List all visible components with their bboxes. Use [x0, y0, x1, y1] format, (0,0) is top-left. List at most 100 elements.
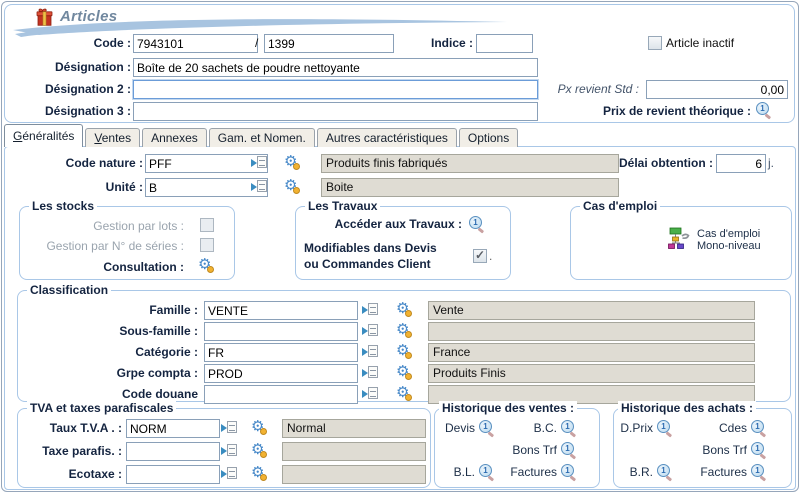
tab-strip: Généralités Ventes Annexes Gam. et Nomen… — [4, 124, 518, 147]
px-revient-std-input[interactable] — [646, 80, 788, 99]
categorie-list-pick-icon[interactable] — [362, 345, 378, 358]
code-nature-input[interactable] — [145, 154, 268, 173]
acceder-travaux-magnifier-icon[interactable]: 1 — [469, 216, 485, 231]
prix-revient-theorique-label: Prix de revient théorique : — [529, 104, 751, 118]
gestion-series-checkbox — [200, 238, 214, 252]
hist-achats-br-magnifier-icon: 1 — [657, 464, 673, 479]
tva-group: TVA et taxes parafiscales Taux T.V.A . :… — [17, 408, 431, 488]
taxe-parafis-label: Taxe parafis. : — [20, 444, 122, 458]
modifiables-label-line2: ou Commandes Client — [304, 257, 464, 271]
famille-gear-icon[interactable] — [396, 301, 412, 317]
sous-famille-list-pick-icon[interactable] — [362, 324, 378, 337]
taux-tva-input[interactable] — [126, 419, 220, 438]
hist-ventes-bl-magnifier-icon: 1 — [479, 464, 495, 479]
code-nature-label: Code nature : — [23, 156, 143, 170]
travaux-group: Les Travaux Accéder aux Travaux : 1 Modi… — [295, 206, 511, 280]
designation-input[interactable] — [133, 58, 538, 77]
hist-achats-factures-magnifier-icon: 1 — [751, 464, 767, 479]
unite-gear-icon[interactable] — [284, 178, 300, 194]
code-nature-gear-icon[interactable] — [284, 154, 300, 170]
tab-annexes[interactable]: Annexes — [142, 128, 207, 147]
hist-ventes-bons-trf[interactable]: Bons Trf 1 — [512, 442, 577, 457]
sous-famille-gear-icon[interactable] — [396, 322, 412, 338]
code-douane-gear-icon[interactable] — [396, 385, 412, 401]
hist-ventes-bons-trf-magnifier-icon: 1 — [561, 442, 577, 457]
hist-achats-dprix-magnifier-icon: 1 — [657, 420, 673, 435]
hist-achats-title: Historique des achats : — [618, 401, 756, 415]
ecotaxe-gear-icon[interactable] — [251, 465, 267, 481]
code-douane-list-pick-icon[interactable] — [362, 387, 378, 400]
grpe-compta-list-pick-icon[interactable] — [362, 366, 378, 379]
grpe-compta-display: Produits Finis — [428, 364, 755, 383]
hist-achats-dprix[interactable]: D.Prix 1 — [620, 420, 673, 435]
hist-ventes-bc-magnifier-icon: 1 — [561, 420, 577, 435]
taxe-parafis-input[interactable] — [126, 442, 220, 461]
designation3-input[interactable] — [133, 102, 538, 121]
hist-ventes-factures[interactable]: Factures 1 — [510, 464, 577, 479]
taux-tva-label: Taux T.V.A . : — [20, 421, 122, 435]
unite-list-pick-icon[interactable] — [251, 180, 267, 193]
grpe-compta-gear-icon[interactable] — [396, 364, 412, 380]
travaux-group-title: Les Travaux — [305, 199, 380, 213]
famille-list-pick-icon[interactable] — [362, 303, 378, 316]
designation-label: Désignation : — [23, 60, 131, 74]
hist-achats-bons-trf[interactable]: Bons Trf 1 — [702, 442, 767, 457]
designation2-label: Désignation 2 : — [15, 82, 131, 96]
grpe-compta-label: Grpe compta : — [26, 366, 198, 380]
tab-gam-et-nomen[interactable]: Gam. et Nomen. — [209, 128, 315, 147]
taux-tva-gear-icon[interactable] — [251, 419, 267, 435]
unite-input[interactable] — [145, 178, 268, 197]
hist-ventes-factures-magnifier-icon: 1 — [561, 464, 577, 479]
delai-obtention-label: Délai obtention : — [601, 156, 713, 170]
delai-obtention-input[interactable] — [716, 154, 766, 173]
ecotaxe-input[interactable] — [126, 465, 220, 484]
famille-input[interactable] — [204, 301, 358, 320]
code-nature-list-pick-icon[interactable] — [251, 156, 267, 169]
article-inactif-checkbox[interactable] — [648, 36, 662, 50]
delai-obtention-unit: j. — [768, 156, 774, 170]
hist-ventes-devis[interactable]: Devis 1 — [445, 420, 495, 435]
ecotaxe-label: Ecotaxe : — [20, 467, 122, 481]
taux-tva-list-pick-icon[interactable] — [221, 421, 237, 434]
tab-generalites[interactable]: Généralités — [4, 124, 83, 147]
taux-tva-display: Normal — [282, 419, 426, 438]
designation3-label: Désignation 3 : — [15, 104, 131, 118]
sous-famille-input[interactable] — [204, 322, 358, 341]
modifiables-label-line1: Modifiables dans Devis — [304, 241, 464, 255]
hist-ventes-bl[interactable]: B.L. 1 — [454, 464, 495, 479]
gestion-series-label: Gestion par N° de séries : — [26, 239, 184, 253]
taxe-parafis-gear-icon[interactable] — [251, 442, 267, 458]
consultation-gear-icon[interactable] — [198, 257, 214, 273]
hist-ventes-bc[interactable]: B.C. 1 — [534, 420, 577, 435]
code-douane-input[interactable] — [204, 385, 358, 404]
hist-achats-cdes[interactable]: Cdes 1 — [719, 420, 767, 435]
prix-revient-theorique-magnifier-icon[interactable]: 1 — [756, 102, 772, 117]
tab-ventes[interactable]: Ventes — [85, 128, 140, 147]
grpe-compta-input[interactable] — [204, 364, 358, 383]
indice-label: Indice : — [403, 36, 473, 50]
cas-emploi-link-line1: Cas d'emploi — [697, 228, 760, 240]
categorie-input[interactable] — [204, 343, 358, 362]
cas-emploi-group-title: Cas d'emploi — [580, 199, 660, 213]
gift-icon — [35, 8, 55, 27]
articles-window: Articles Code : / Indice : Article inact… — [1, 1, 799, 492]
tab-autres-caracteristiques[interactable]: Autres caractéristiques — [317, 128, 457, 147]
hist-achats-br[interactable]: B.R. 1 — [630, 464, 673, 479]
ecotaxe-list-pick-icon[interactable] — [221, 467, 237, 480]
designation2-input[interactable] — [133, 80, 538, 99]
unite-label: Unité : — [23, 180, 143, 194]
famille-display: Vente — [428, 301, 755, 320]
stocks-group-title: Les stocks — [29, 199, 97, 213]
code-nature-display: Produits finis fabriqués — [321, 154, 619, 173]
gestion-lots-label: Gestion par lots : — [26, 219, 184, 233]
modifiables-checkbox[interactable] — [473, 249, 487, 263]
taxe-parafis-list-pick-icon[interactable] — [221, 444, 237, 457]
header-panel: Articles Code : / Indice : Article inact… — [4, 4, 795, 123]
categorie-gear-icon[interactable] — [396, 343, 412, 359]
cas-emploi-link-line2: Mono-niveau — [697, 240, 761, 252]
tab-options[interactable]: Options — [459, 128, 518, 147]
hist-achats-factures[interactable]: Factures 1 — [700, 464, 767, 479]
ecotaxe-display — [282, 465, 426, 484]
acceder-travaux-label: Accéder aux Travaux : — [302, 217, 462, 231]
consultation-label: Consultation : — [26, 260, 184, 274]
